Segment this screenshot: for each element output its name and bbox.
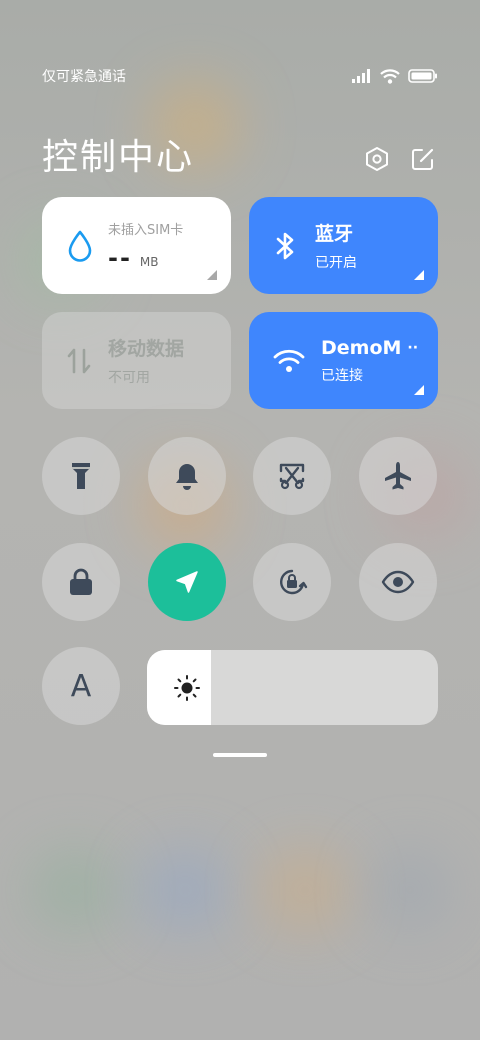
background-blur <box>30 850 120 930</box>
carrier-text: 仅可紧急通话 <box>42 69 126 85</box>
wifi-icon <box>273 349 305 372</box>
expand-corner-icon <box>414 270 424 280</box>
lock-toggle[interactable] <box>42 543 120 621</box>
flashlight-icon <box>72 463 90 489</box>
mobile-data-title: 移动数据 <box>108 338 185 360</box>
bell-toggle[interactable] <box>148 437 226 515</box>
eye-comfort-toggle[interactable] <box>359 543 437 621</box>
brightness-slider[interactable] <box>147 650 438 725</box>
data-usage-unit: MB <box>139 255 159 269</box>
bell-icon <box>176 464 198 490</box>
background-blur <box>260 850 350 930</box>
status-bar: 仅可紧急通话 <box>42 66 438 86</box>
airplane-icon <box>385 462 411 490</box>
bluetooth-icon <box>276 232 294 259</box>
wifi-icon <box>380 68 400 84</box>
font-a-icon: A <box>70 668 92 704</box>
eye-icon <box>381 570 415 594</box>
lock-icon <box>70 568 92 595</box>
sim-status-label: 未插入SIM卡 <box>108 223 184 238</box>
mobile-data-tile[interactable]: 移动数据 不可用 <box>42 312 231 409</box>
wifi-tile[interactable]: DemoM ·· 已连接 <box>249 312 438 409</box>
bluetooth-title: 蓝牙 <box>315 223 354 245</box>
wifi-status: 已连接 <box>321 367 363 384</box>
bluetooth-tile[interactable]: 蓝牙 已开启 <box>249 197 438 294</box>
settings-hexagon-icon <box>366 147 388 171</box>
bluetooth-status: 已开启 <box>315 255 357 271</box>
settings-button[interactable] <box>362 144 392 174</box>
edit-icon <box>412 148 434 170</box>
wifi-network-name: DemoM <box>321 336 402 359</box>
status-icons <box>352 68 438 84</box>
data-usage-value: -- <box>108 244 132 272</box>
water-drop-icon <box>68 230 92 262</box>
expand-corner-icon <box>414 385 424 395</box>
mobile-data-status: 不可用 <box>108 370 150 386</box>
mobile-data-arrows-icon <box>67 348 91 373</box>
rotation-lock-icon <box>280 569 308 595</box>
signal-icon <box>352 69 370 83</box>
home-indicator-handle[interactable] <box>213 753 267 757</box>
flashlight-toggle[interactable] <box>42 437 120 515</box>
expand-corner-icon <box>207 270 217 280</box>
scissors-screenshot-icon <box>279 463 305 490</box>
airplane-toggle[interactable] <box>359 437 437 515</box>
edit-button[interactable] <box>408 144 438 174</box>
wifi-name-ellipsis: ·· <box>407 339 419 356</box>
page-title: 控制中心 <box>42 137 195 178</box>
sun-icon <box>174 675 200 701</box>
screenshot-toggle[interactable] <box>253 437 331 515</box>
location-toggle[interactable] <box>148 543 226 621</box>
background-blur <box>370 850 450 930</box>
location-arrow-icon <box>176 571 198 593</box>
rotation-lock-toggle[interactable] <box>253 543 331 621</box>
background-blur <box>140 850 230 930</box>
data-usage-tile[interactable]: 未插入SIM卡 -- MB <box>42 197 231 294</box>
font-size-toggle[interactable]: A <box>42 647 120 725</box>
battery-icon <box>408 69 437 83</box>
